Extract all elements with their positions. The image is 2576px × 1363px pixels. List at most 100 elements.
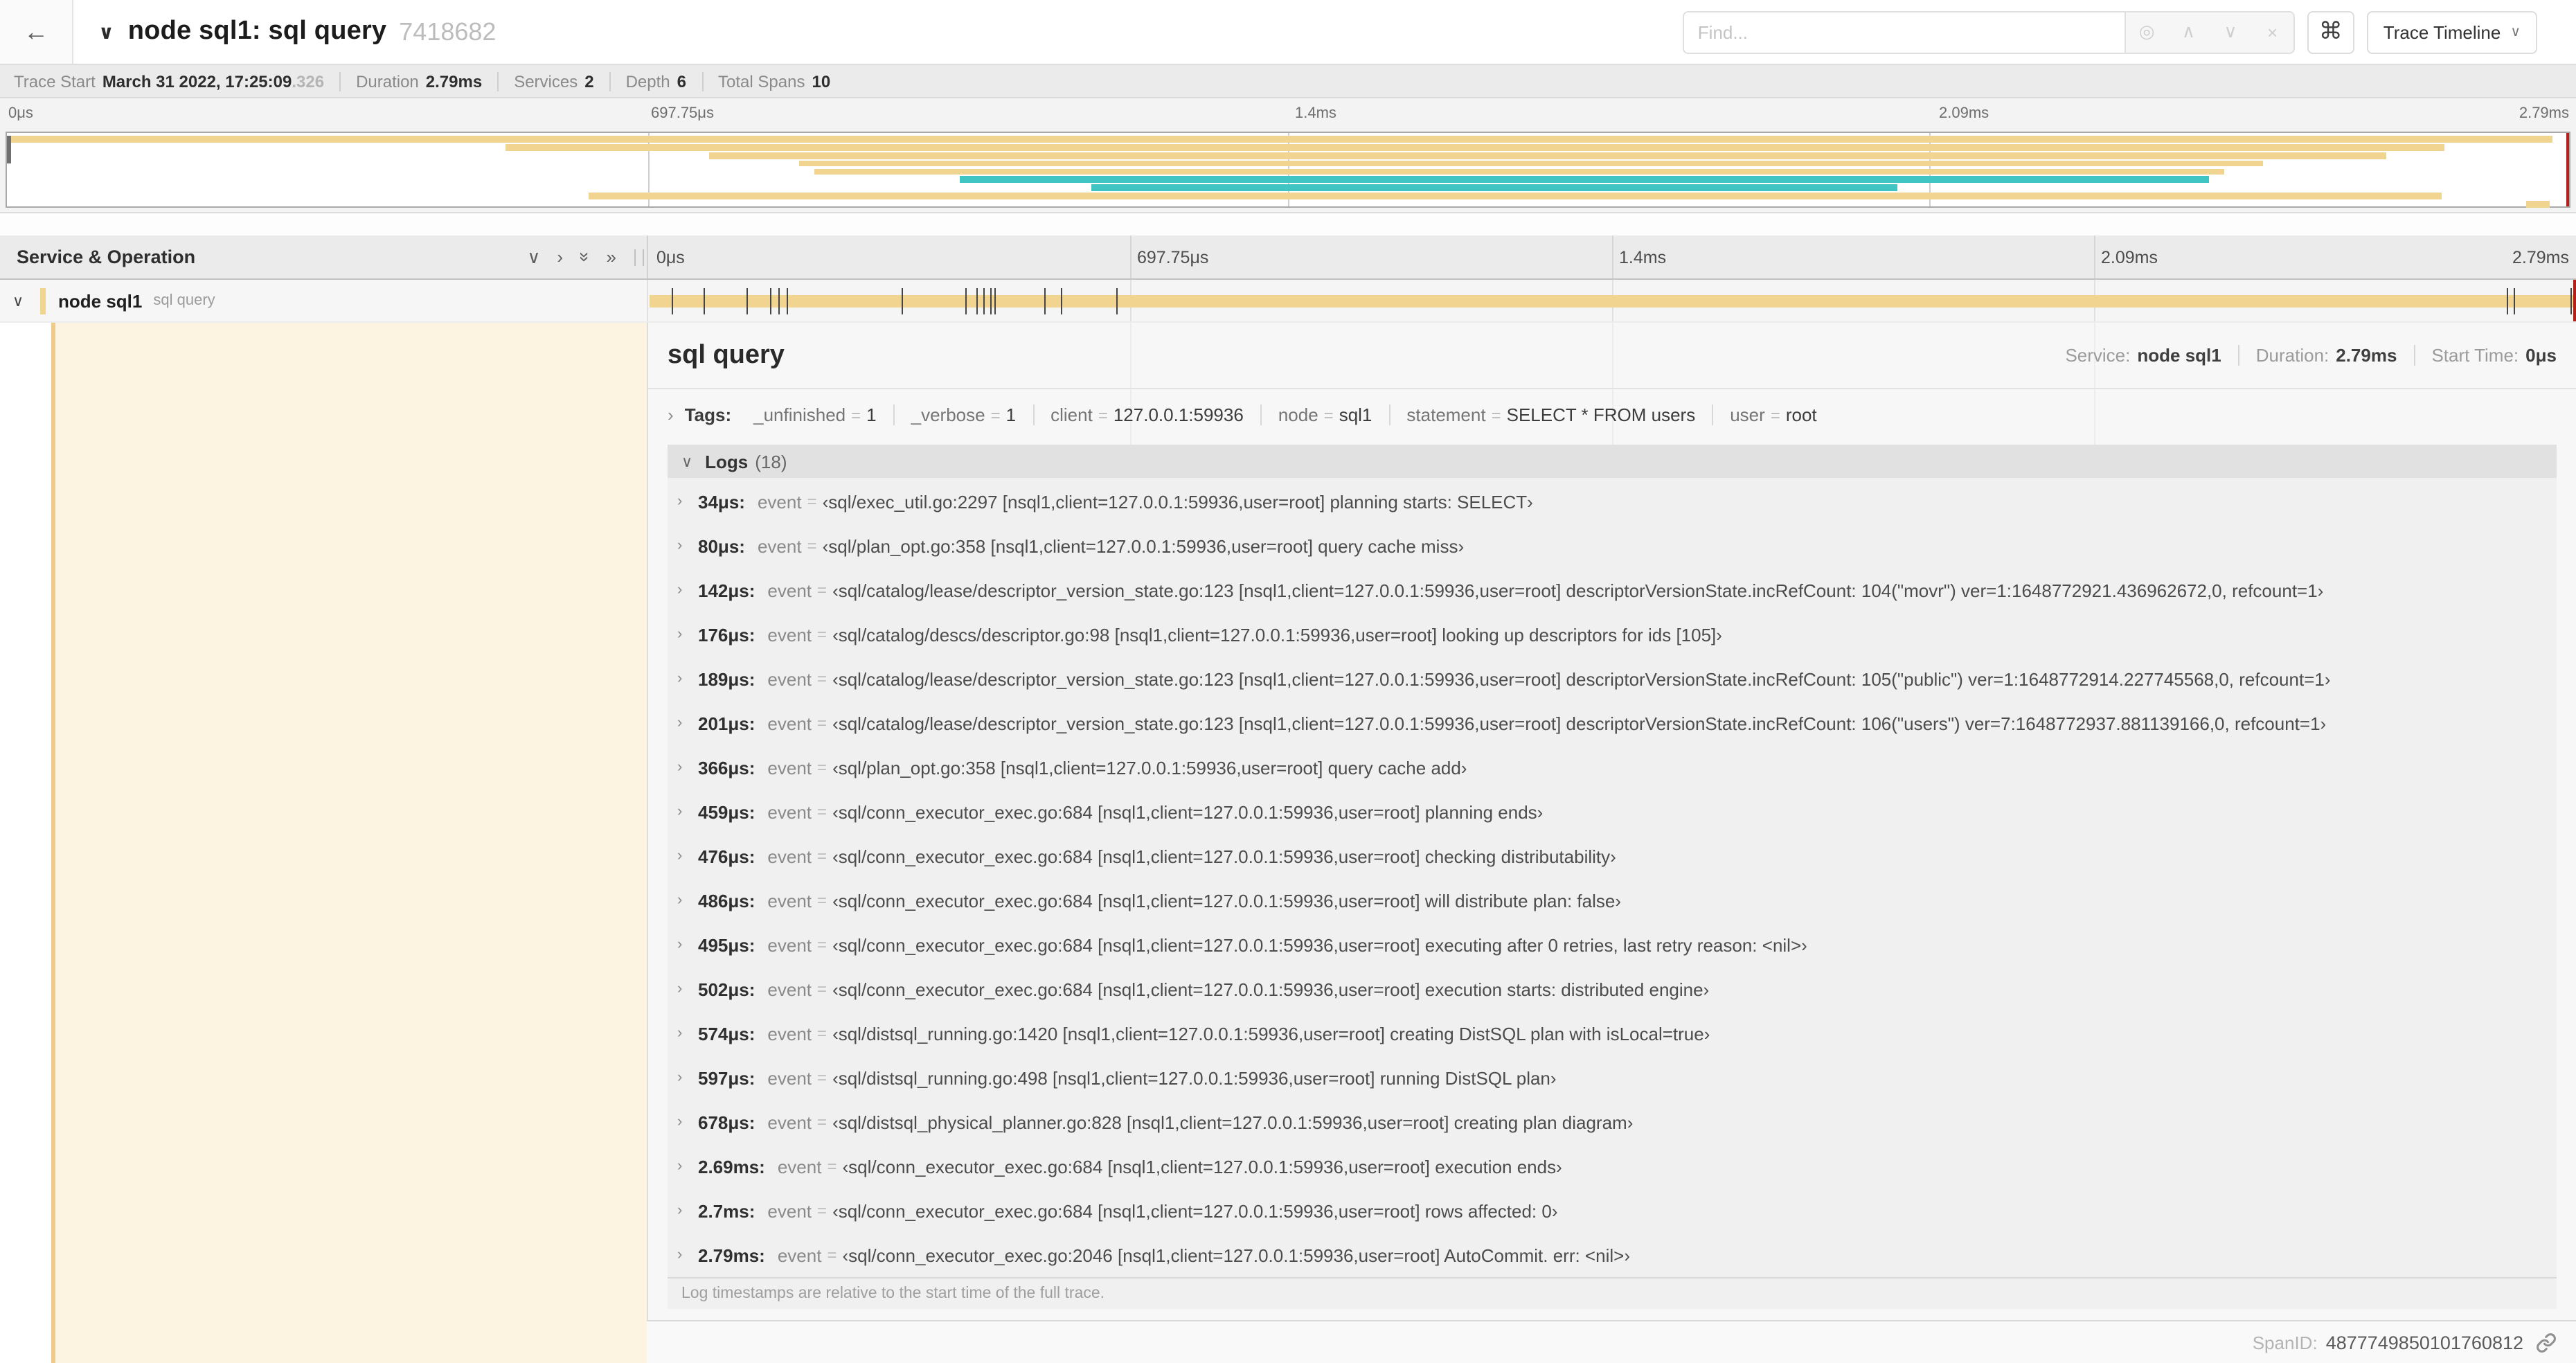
log-equals: = xyxy=(807,492,817,511)
log-marker-tick xyxy=(2514,288,2516,314)
log-field-value: ‹sql/catalog/lease/descriptor_version_st… xyxy=(832,713,2327,733)
logs-list: › 34μs: event = ‹sql/exec_util.go:2297 [nsql… xyxy=(668,478,2557,1277)
view-selector-button[interactable]: Trace Timeline ∨ xyxy=(2366,10,2537,53)
minimap-right-scrubber[interactable] xyxy=(2566,133,2569,206)
collapse-all-icon[interactable]: » xyxy=(574,252,595,262)
log-field-value: ‹sql/conn_executor_exec.go:684 [nsql1,cl… xyxy=(832,1200,1558,1221)
minimap-left-drag-handle[interactable] xyxy=(7,136,11,163)
tag-item: user = root xyxy=(1712,404,1817,425)
summary-item-value: March 31 2022, 17:25:09 xyxy=(102,71,292,91)
log-entry[interactable]: › 476μs: event = ‹sql/conn_executor_exec.go:… xyxy=(668,834,2557,878)
summary-item-suffix: .326 xyxy=(292,71,325,91)
log-marker-tick xyxy=(983,288,985,314)
log-entry[interactable]: › 574μs: event = ‹sql/distsql_running.go:142… xyxy=(668,1011,2557,1055)
command-icon: ⌘ xyxy=(2318,18,2343,44)
log-equals: = xyxy=(817,802,828,821)
detail-info-value: 0μs xyxy=(2525,345,2557,366)
tag-value: sql1 xyxy=(1339,404,1372,425)
log-equals: = xyxy=(827,1157,837,1176)
tag-key: user xyxy=(1730,404,1765,425)
log-entry[interactable]: › 34μs: event = ‹sql/exec_util.go:2297 [nsql… xyxy=(668,479,2557,524)
minimap-span-bar xyxy=(960,176,2210,184)
log-equals: = xyxy=(817,935,828,954)
minimap-span-row xyxy=(8,176,2568,184)
collapse-one-icon[interactable]: ∨ xyxy=(527,248,540,266)
column-resize-handle[interactable] xyxy=(634,249,644,266)
expand-all-icon[interactable]: » xyxy=(607,248,616,266)
span-row-timeline[interactable] xyxy=(647,280,2576,321)
minimap-canvas[interactable] xyxy=(6,132,2570,208)
log-equals: = xyxy=(817,1068,828,1087)
focus-match-icon[interactable]: ◎ xyxy=(2130,21,2163,43)
timeline-tick-label: 2.79ms xyxy=(2512,248,2569,267)
log-entry[interactable]: › 80μs: event = ‹sql/plan_opt.go:358 [nsql1,… xyxy=(668,524,2557,568)
timeline-tick-label: 1.4ms xyxy=(1295,105,1336,122)
minimap-span-row xyxy=(8,168,2568,175)
minimap-span-bar xyxy=(1091,184,1897,192)
find-input[interactable] xyxy=(1682,10,2126,53)
log-entry[interactable]: › 486μs: event = ‹sql/conn_executor_exec.go:… xyxy=(668,878,2557,923)
log-timestamp: 2.79ms: xyxy=(698,1245,765,1265)
chevron-right-icon: › xyxy=(677,670,683,687)
tags-row[interactable]: › Tags: _unfinished = 1 _verbose = 1 client = 12… xyxy=(648,388,2576,439)
log-field-value: ‹sql/plan_opt.go:358 [nsql1,client=127.0… xyxy=(822,535,1465,556)
log-entry[interactable]: › 176μs: event = ‹sql/catalog/descs/descript… xyxy=(668,612,2557,657)
log-entry[interactable]: › 189μs: event = ‹sql/catalog/lease/descript… xyxy=(668,657,2557,701)
log-field-key: event xyxy=(767,1023,812,1044)
tag-equals: = xyxy=(851,405,861,425)
log-entry[interactable]: › 2.7ms: event = ‹sql/conn_executor_exec.go:… xyxy=(668,1188,2557,1233)
log-entry[interactable]: › 495μs: event = ‹sql/conn_executor_exec.go:… xyxy=(668,923,2557,967)
summary-item-label: Services xyxy=(514,71,578,91)
span-row-name-column: ∨ node sql1 sql query xyxy=(0,280,647,321)
summary-item: Depth 6 xyxy=(609,71,686,91)
expand-one-icon[interactable]: › xyxy=(557,248,563,266)
trace-collapse-chevron-icon[interactable]: ∨ xyxy=(98,20,114,44)
tag-item: node = sql1 xyxy=(1260,404,1372,425)
clear-find-icon[interactable]: × xyxy=(2256,21,2289,42)
logs-header[interactable]: ∨ Logs (18) xyxy=(668,445,2557,478)
log-entry[interactable]: › 2.69ms: event = ‹sql/conn_executor_exec.go… xyxy=(668,1144,2557,1188)
tag-equals: = xyxy=(1098,405,1108,425)
log-timestamp: 2.7ms: xyxy=(698,1200,755,1221)
log-marker-tick xyxy=(994,288,996,314)
log-entry[interactable]: › 201μs: event = ‹sql/catalog/lease/descript… xyxy=(668,701,2557,745)
chevron-down-icon: ∨ xyxy=(681,454,693,470)
timeline-tick-label: 0μs xyxy=(8,105,33,122)
keyboard-shortcuts-button[interactable]: ⌘ xyxy=(2307,10,2354,53)
back-button[interactable]: ← xyxy=(0,0,73,64)
span-duration-bar[interactable] xyxy=(650,295,2573,308)
prev-match-icon[interactable]: ∧ xyxy=(2172,21,2206,43)
span-id-label: SpanID: xyxy=(2252,1332,2318,1353)
chevron-right-icon: › xyxy=(677,1247,683,1263)
page-header: ← ∨ node sql1: sql query 7418682 ◎ ∧ ∨ ×… xyxy=(0,0,2576,65)
chevron-right-icon: › xyxy=(677,803,683,820)
log-entry[interactable]: › 2.79ms: event = ‹sql/conn_executor_exec.go… xyxy=(668,1233,2557,1277)
log-entry[interactable]: › 459μs: event = ‹sql/conn_executor_exec.go:… xyxy=(668,790,2557,834)
log-entry[interactable]: › 142μs: event = ‹sql/catalog/lease/descript… xyxy=(668,568,2557,612)
next-match-icon[interactable]: ∨ xyxy=(2214,21,2247,43)
log-marker-tick xyxy=(787,288,789,314)
log-entry[interactable]: › 366μs: event = ‹sql/plan_opt.go:358 [nsql1… xyxy=(668,745,2557,790)
timeline-right-scrubber[interactable] xyxy=(2573,280,2576,321)
span-detail-region: sql query Service: node sql1 Duration: 2.79… xyxy=(0,323,2576,1363)
log-field-key: event xyxy=(767,979,812,999)
log-marker-tick xyxy=(1116,288,1118,314)
chevron-right-icon: › xyxy=(677,848,683,864)
log-equals: = xyxy=(817,669,828,688)
minimap-span-bar xyxy=(505,143,2445,151)
span-children-chevron-icon[interactable]: ∨ xyxy=(12,292,35,310)
log-timestamp: 476μs: xyxy=(698,846,755,866)
log-marker-tick xyxy=(990,288,992,314)
span-row[interactable]: ∨ node sql1 sql query xyxy=(0,280,2576,323)
log-equals: = xyxy=(817,979,828,999)
deep-link-icon[interactable] xyxy=(2536,1332,2557,1353)
log-field-key: event xyxy=(767,580,812,600)
tag-equals: = xyxy=(1770,405,1780,425)
log-entry[interactable]: › 678μs: event = ‹sql/distsql_physical_plann… xyxy=(668,1100,2557,1144)
trace-summary: Trace Start March 31 2022, 17:25:09.326 Du… xyxy=(0,65,2576,98)
log-entry[interactable]: › 502μs: event = ‹sql/conn_executor_exec.go:… xyxy=(668,967,2557,1011)
logs-footnote: Log timestamps are relative to the start… xyxy=(668,1277,2557,1309)
collapse-controls: ∨ › » » xyxy=(527,248,616,266)
log-field-value: ‹sql/distsql_physical_planner.go:828 [ns… xyxy=(832,1112,1634,1132)
log-entry[interactable]: › 597μs: event = ‹sql/distsql_running.go:498… xyxy=(668,1055,2557,1100)
